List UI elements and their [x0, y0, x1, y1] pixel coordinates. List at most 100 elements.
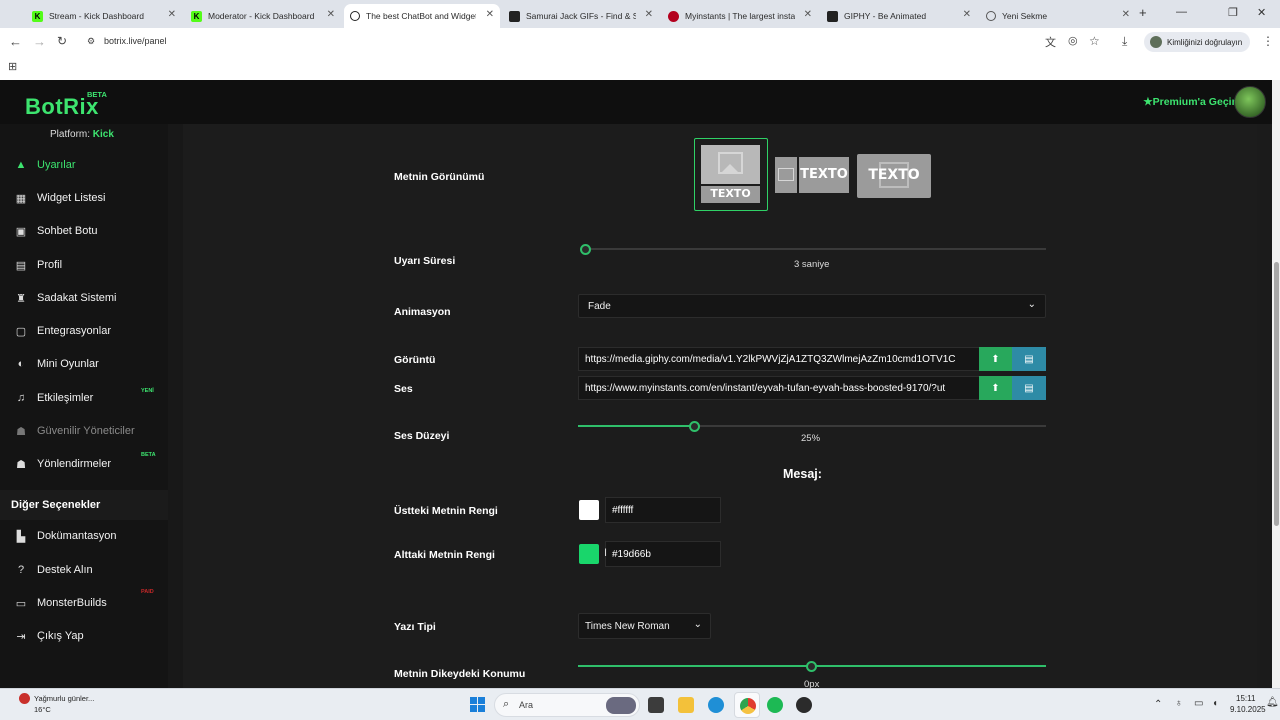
close-tab-icon[interactable]: ✕ [327, 9, 335, 20]
browser-tab[interactable]: Yeni Sekme ✕ [980, 4, 1136, 28]
clock-date[interactable]: 9.10.2025 [1230, 705, 1266, 714]
chrome-favicon-icon [986, 11, 996, 21]
close-tab-icon[interactable]: ✕ [645, 9, 653, 20]
file-explorer-icon[interactable] [678, 697, 694, 713]
bookmark-star-icon[interactable]: ☆ [1089, 34, 1100, 48]
animation-select[interactable]: Fade ⌄ [578, 294, 1046, 318]
weather-alert-icon[interactable] [19, 693, 30, 704]
close-tab-icon[interactable]: ✕ [486, 9, 494, 20]
profile-avatar [1150, 36, 1162, 48]
sidebar-item-redirects[interactable]: ☗ Yönlendirmeler BETA [0, 450, 168, 478]
profile-chip[interactable]: Kimliğinizi doğrulayın [1144, 32, 1250, 52]
image-url-input[interactable]: https://media.giphy.com/media/v1.Y2lkPWV… [578, 347, 980, 371]
browser-tab[interactable]: Myinstants | The largest instant ✕ [662, 4, 818, 28]
volume-slider-track[interactable] [578, 425, 1046, 427]
image-upload-button[interactable]: ⬆ [979, 347, 1012, 371]
close-tab-icon[interactable]: ✕ [804, 9, 812, 20]
browser-tab[interactable]: K Moderator - Kick Dashboard ✕ [185, 4, 341, 28]
text-view-option-overlay[interactable]: TEXTO [857, 154, 931, 198]
font-select[interactable]: Times New Roman ⌄ [578, 613, 711, 639]
close-window-icon[interactable]: ✕ [1257, 6, 1266, 19]
sidebar-item-mini-games[interactable]: ◐ Mini Oyunlar [0, 350, 168, 378]
network-icon[interactable]: ▭ [1194, 698, 1203, 709]
close-tab-icon[interactable]: ✕ [1122, 9, 1130, 20]
eye-off-icon[interactable]: ◎ [1068, 34, 1078, 47]
text-view-option-stacked[interactable]: TEXTO [694, 138, 768, 211]
user-avatar[interactable] [1234, 86, 1266, 118]
close-tab-icon[interactable]: ✕ [168, 9, 176, 20]
duration-label: Uyarı Süresi [394, 255, 456, 267]
bottom-text-color-swatch[interactable] [579, 544, 599, 564]
download-icon[interactable]: ⤓ [1122, 34, 1127, 49]
sidebar-item-loyalty[interactable]: ♜ Sadakat Sistemi [0, 284, 168, 312]
sidebar-item-logout[interactable]: ⇥ Çıkış Yap [0, 622, 168, 650]
windows-start-icon[interactable] [470, 697, 485, 712]
sidebar-item-support[interactable]: ? Destek Alın [0, 556, 168, 584]
vertical-position-slider-handle[interactable] [806, 661, 817, 672]
site-settings-icon[interactable]: ⚙ [87, 36, 95, 47]
tab-label: Myinstants | The largest instant [685, 11, 795, 21]
music-icon: ♫ [16, 392, 26, 404]
app-icon[interactable] [796, 697, 812, 713]
sidebar-item-widget-list[interactable]: ▦ Widget Listesi [0, 184, 168, 212]
bottom-text-color-input[interactable]: #19d66b [605, 541, 721, 567]
user-group-icon: ☗ [16, 458, 26, 471]
page-scrollbar-thumb[interactable] [1274, 262, 1279, 526]
apps-grid-icon[interactable]: ⊞ [8, 60, 17, 73]
sidebar-item-trusted-moderators: ☗ Güvenilir Yöneticiler [0, 417, 168, 445]
question-icon: ? [17, 564, 25, 576]
text-view-option-inline[interactable]: TEXTO [775, 157, 849, 193]
back-icon[interactable]: ← [9, 34, 22, 49]
address-bar[interactable]: botrix.live/panel [104, 36, 167, 46]
volume-icon[interactable]: ◖ [1212, 698, 1218, 709]
sidebar-item-documentation[interactable]: ▙ Dokümantasyon [0, 522, 168, 550]
chrome-taskbar-button[interactable] [734, 692, 760, 718]
image-gallery-button[interactable]: ▤ [1012, 347, 1046, 371]
kick-favicon-icon: K [32, 10, 43, 22]
task-view-icon[interactable] [648, 697, 664, 713]
sound-url-input[interactable]: https://www.myinstants.com/en/instant/ey… [578, 376, 980, 400]
microphone-icon[interactable]: ♁ [1175, 698, 1183, 709]
browser-toolbar: ← → ↻ ⚙ botrix.live/panel 文 ◎ ☆ ⤓ Kimliğ… [0, 28, 1280, 56]
new-tab-button[interactable]: + [1139, 5, 1147, 20]
duration-slider-handle[interactable] [580, 244, 591, 255]
sidebar-item-interactions[interactable]: ♫ Etkileşimler YENİ [0, 384, 168, 412]
spotify-icon[interactable] [767, 697, 783, 713]
menu-dots-icon[interactable]: ⋮ [1262, 34, 1274, 48]
top-text-color-input[interactable]: #ffffff [605, 497, 721, 523]
volume-label: Ses Düzeyi [394, 430, 450, 442]
minimize-icon[interactable]: — [1176, 6, 1187, 18]
translate-icon[interactable]: 文 [1045, 34, 1056, 50]
taskbar-search[interactable]: ⌕ Ara [494, 693, 640, 717]
sidebar-item-chat-bot[interactable]: ▣ Sohbet Botu [0, 217, 168, 245]
sidebar-item-profile[interactable]: ▤ Profil [0, 251, 168, 279]
sound-upload-button[interactable]: ⬆ [979, 376, 1012, 400]
premium-label: Premium'a Geçin [1152, 96, 1238, 108]
sidebar-item-monsterbuilds[interactable]: ▭ MonsterBuilds PAID [0, 589, 168, 617]
browser-tab[interactable]: GIPHY - Be Animated ✕ [821, 4, 977, 28]
edge-icon[interactable] [708, 697, 724, 713]
browser-tab[interactable]: K Stream - Kick Dashboard ✕ [26, 4, 182, 28]
sidebar-item-alerts[interactable]: ▲ Uyarılar [0, 151, 168, 179]
browser-tab[interactable]: Samurai Jack GIFs - Find & Sh ✕ [503, 4, 659, 28]
top-text-color-swatch[interactable] [579, 500, 599, 520]
tab-label: GIPHY - Be Animated [844, 11, 927, 21]
close-tab-icon[interactable]: ✕ [963, 9, 971, 20]
sound-gallery-button[interactable]: ▤ [1012, 376, 1046, 400]
chevron-up-icon[interactable]: ⌃ [1154, 699, 1162, 710]
os-taskbar: Yağmurlu günler... 16°C ⌕ Ara ⌃ ♁ ▭ ◖ 15… [0, 688, 1280, 720]
notification-bell-icon[interactable]: 🔔︎ [1266, 697, 1279, 708]
forward-icon[interactable]: → [33, 34, 46, 49]
texto-caption: TEXTO [868, 167, 920, 183]
bottom-text-color-label: Alttaki Metnin Rengi [394, 549, 495, 561]
maximize-icon[interactable]: ❐ [1228, 6, 1238, 19]
sidebar-item-integrations[interactable]: ▢ Entegrasyonlar [0, 317, 168, 345]
duration-slider-track[interactable] [584, 248, 1046, 250]
bookmarks-bar: ⊞ [0, 56, 1280, 80]
volume-slider-handle[interactable] [689, 421, 700, 432]
sidebar-item-label: Uyarılar [37, 159, 76, 171]
browser-tab-active[interactable]: The best ChatBot and Widgets ✕ [344, 4, 500, 28]
premium-button[interactable]: ★Premium'a Geçin [1143, 96, 1238, 108]
clock-time[interactable]: 15:11 [1236, 694, 1255, 703]
reload-icon[interactable]: ↻ [57, 34, 67, 48]
